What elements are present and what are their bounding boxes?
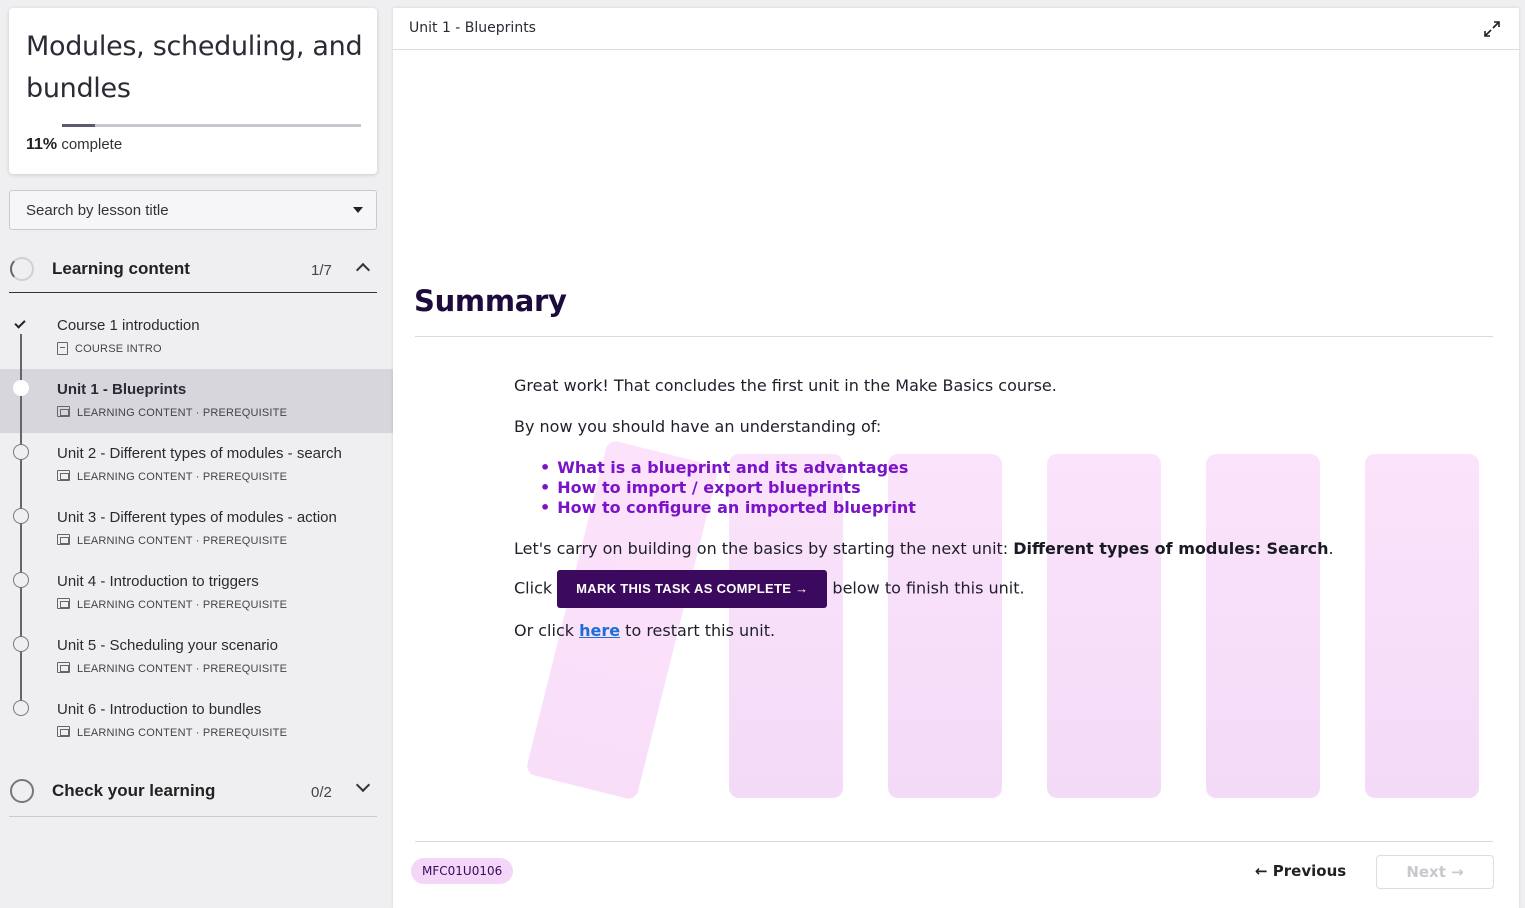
caret-down-icon[interactable] bbox=[353, 207, 363, 213]
learning-points-list: What is a blueprint and its advantages H… bbox=[540, 458, 916, 518]
lesson-title: Unit 6 - Introduction to bundles bbox=[57, 701, 262, 718]
lesson-header-title: Unit 1 - Blueprints bbox=[409, 20, 536, 36]
lesson-meta: LEARNING CONTENT · PREREQUISITE bbox=[57, 598, 287, 611]
section-count: 0/2 bbox=[311, 784, 332, 801]
lesson-title: Unit 4 - Introduction to triggers bbox=[57, 573, 259, 590]
summary-heading: Summary bbox=[414, 284, 567, 318]
status-dot-icon bbox=[13, 700, 29, 716]
next-unit-name: Different types of modules: Search bbox=[1013, 539, 1329, 558]
intro-text: Great work! That concludes the first uni… bbox=[514, 376, 1057, 395]
course-title: Modules, scheduling, and bundles bbox=[26, 31, 363, 104]
status-dot-icon bbox=[13, 380, 29, 396]
lesson-panel: Unit 1 - Blueprints Summary Great work! … bbox=[393, 8, 1519, 908]
slides-icon bbox=[57, 470, 70, 481]
lesson-item-course-intro[interactable]: Course 1 introduction COURSE INTRO bbox=[0, 305, 393, 369]
previous-button[interactable]: ← Previous bbox=[1255, 862, 1346, 880]
lesson-meta: LEARNING CONTENT · PREREQUISITE bbox=[57, 534, 287, 547]
lesson-meta: COURSE INTRO bbox=[57, 342, 162, 355]
lesson-item-unit-3[interactable]: Unit 3 - Different types of modules - ac… bbox=[0, 497, 393, 561]
lesson-title: Unit 5 - Scheduling your scenario bbox=[57, 637, 278, 654]
lesson-item-unit-5[interactable]: Unit 5 - Scheduling your scenario LEARNI… bbox=[0, 625, 393, 689]
lesson-meta: LEARNING CONTENT · PREREQUISITE bbox=[57, 406, 287, 419]
expand-icon[interactable] bbox=[1483, 20, 1501, 38]
lesson-item-unit-6[interactable]: Unit 6 - Introduction to bundles LEARNIN… bbox=[0, 689, 393, 753]
progress-suffix: complete bbox=[61, 136, 123, 153]
status-dot-icon bbox=[13, 444, 29, 460]
lesson-title: Unit 2 - Different types of modules - se… bbox=[57, 445, 342, 462]
lesson-meta: LEARNING CONTENT · PREREQUISITE bbox=[57, 662, 287, 675]
list-item: How to import / export blueprints bbox=[540, 478, 916, 498]
progress-bar bbox=[62, 124, 361, 127]
decorative-card bbox=[1365, 454, 1479, 798]
section-label: Learning content bbox=[52, 259, 190, 278]
chevron-down-icon[interactable] bbox=[355, 777, 371, 793]
section-learning-content[interactable]: Learning content 1/7 bbox=[9, 252, 377, 298]
status-dot-icon bbox=[13, 636, 29, 652]
lesson-search-dropdown[interactable]: Search by lesson title bbox=[9, 190, 377, 230]
restart-text: Or click here to restart this unit. bbox=[514, 621, 776, 640]
progress-ring-icon bbox=[10, 779, 34, 803]
list-item: How to configure an imported blueprint bbox=[540, 498, 916, 518]
slides-icon bbox=[57, 598, 70, 609]
progress-text: 11% complete bbox=[26, 136, 122, 154]
slides-icon bbox=[57, 662, 70, 673]
lesson-item-unit-4[interactable]: Unit 4 - Introduction to triggers LEARNI… bbox=[0, 561, 393, 625]
lesson-meta: LEARNING CONTENT · PREREQUISITE bbox=[57, 470, 287, 483]
divider bbox=[415, 841, 1493, 842]
slides-icon bbox=[57, 726, 70, 737]
lesson-title: Unit 3 - Different types of modules - ac… bbox=[57, 509, 337, 526]
section-divider bbox=[9, 292, 377, 293]
decorative-card bbox=[1206, 454, 1320, 798]
check-icon bbox=[13, 316, 29, 332]
document-icon bbox=[57, 342, 68, 355]
list-item: What is a blueprint and its advantages bbox=[540, 458, 916, 478]
understanding-lead: By now you should have an understanding … bbox=[514, 417, 882, 436]
slides-icon bbox=[57, 406, 70, 417]
course-card: Modules, scheduling, and bundles 11% com… bbox=[9, 8, 377, 174]
restart-link[interactable]: here bbox=[579, 621, 620, 640]
section-count: 1/7 bbox=[311, 262, 332, 279]
lesson-header: Unit 1 - Blueprints bbox=[393, 8, 1519, 50]
carry-on-text: Let's carry on building on the basics by… bbox=[514, 539, 1334, 558]
decorative-card bbox=[1047, 454, 1161, 798]
lesson-item-unit-1[interactable]: Unit 1 - Blueprints LEARNING CONTENT · P… bbox=[0, 369, 393, 433]
progress-ring-icon bbox=[10, 257, 34, 281]
lesson-item-unit-2[interactable]: Unit 2 - Different types of modules - se… bbox=[0, 433, 393, 497]
section-check-your-learning[interactable]: Check your learning 0/2 bbox=[9, 774, 377, 820]
click-instruction: Click MARK THIS TASK AS COMPLETE → below t… bbox=[514, 570, 1025, 608]
section-divider bbox=[9, 816, 377, 817]
status-dot-icon bbox=[13, 508, 29, 524]
lesson-title: Course 1 introduction bbox=[57, 317, 200, 334]
progress-value: 11% bbox=[26, 136, 58, 153]
lesson-meta: LEARNING CONTENT · PREREQUISITE bbox=[57, 726, 287, 739]
search-placeholder: Search by lesson title bbox=[26, 202, 169, 219]
slides-icon bbox=[57, 534, 70, 545]
section-label: Check your learning bbox=[52, 781, 216, 800]
next-button[interactable]: Next → bbox=[1376, 855, 1494, 889]
divider bbox=[415, 336, 1493, 337]
chevron-up-icon[interactable] bbox=[355, 262, 371, 278]
progress-bar-fill bbox=[62, 124, 95, 127]
status-dot-icon bbox=[13, 572, 29, 588]
mark-complete-button[interactable]: MARK THIS TASK AS COMPLETE → bbox=[557, 570, 828, 608]
lesson-code-badge: MFC01U0106 bbox=[411, 858, 514, 884]
lesson-title: Unit 1 - Blueprints bbox=[57, 381, 187, 398]
